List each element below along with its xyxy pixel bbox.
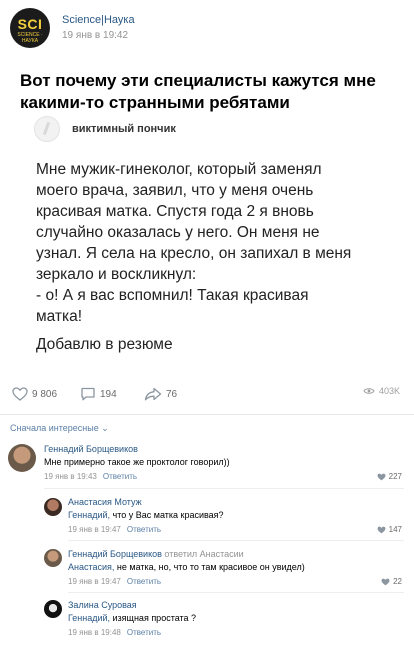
views-count: 403K	[378, 386, 400, 396]
post-image-card[interactable]: виктимный пончик Мне мужик-гинеколог, ко…	[20, 114, 394, 374]
group-logo-subtext: SCIENCE · НАУКА	[17, 32, 43, 44]
comment-like-button[interactable]: 227	[377, 472, 402, 481]
eye-icon	[363, 388, 375, 394]
section-divider	[0, 414, 414, 415]
commenter-avatar[interactable]	[44, 600, 62, 618]
reply-button[interactable]: Ответить	[127, 525, 161, 534]
comment-like-button[interactable]: 22	[381, 577, 402, 586]
comment-text: Геннадий, что у Вас матка красивая?	[68, 510, 224, 520]
heart-icon	[12, 387, 28, 401]
comment-like-count: 22	[393, 577, 402, 586]
comment-like-button[interactable]: 147	[377, 525, 402, 534]
heart-icon	[381, 578, 390, 585]
comment-divider	[68, 540, 404, 541]
comments-sort-label: Сначала интересные	[10, 423, 99, 433]
post-action-bar: 9 806 194 76 403K	[0, 380, 414, 406]
chevron-down-icon: ⌄	[101, 423, 109, 433]
reply-button[interactable]: Ответить	[103, 472, 137, 481]
comment-body: изящная простата ?	[110, 613, 197, 623]
comment-addressee[interactable]: Геннадий,	[68, 510, 110, 520]
comment-meta: 19 янв в 19:48 Ответить	[68, 628, 161, 637]
tweet-author-name: виктимный пончик	[72, 123, 176, 135]
comments-sort-dropdown[interactable]: Сначала интересные ⌄	[10, 423, 109, 434]
commenter-avatar[interactable]	[44, 498, 62, 516]
comment-addressee[interactable]: Анастасия,	[68, 562, 114, 572]
comment-reply-item: Геннадий Борщевиков ответил Анастасии Ан…	[0, 546, 414, 590]
comment-time[interactable]: 19 янв в 19:47	[68, 525, 121, 534]
comment-meta: 19 янв в 19:43 Ответить	[44, 472, 137, 481]
share-count: 76	[166, 388, 178, 400]
comment-reply-item: Анастасия Мотуж Геннадий, что у Вас матк…	[0, 494, 414, 538]
share-button[interactable]: 76	[144, 386, 177, 402]
comment-meta: 19 янв в 19:47 Ответить	[68, 577, 161, 586]
like-count: 9 806	[32, 388, 58, 400]
comment-author[interactable]: Залина Суровая	[68, 600, 137, 610]
comment-author[interactable]: Геннадий Борщевиков	[44, 444, 138, 454]
post-header: SCI SCIENCE · НАУКА Science|Наука 19 янв…	[0, 0, 414, 58]
group-avatar[interactable]: SCI SCIENCE · НАУКА	[10, 8, 50, 48]
comment-time[interactable]: 19 янв в 19:43	[44, 472, 97, 481]
comment-reply-item: Залина Суровая Геннадий, изящная простат…	[0, 597, 414, 643]
post-timestamp[interactable]: 19 янв в 19:42	[62, 30, 128, 41]
comment-author[interactable]: Геннадий Борщевиков	[68, 549, 162, 559]
heart-icon	[377, 526, 386, 533]
comment-item: Геннадий Борщевиков Мне примерно такое ж…	[0, 440, 414, 486]
comment-body: не матка, но, что то там красивое он уви…	[114, 562, 305, 572]
comment-count: 194	[100, 388, 117, 400]
post-title: Вот почему эти специалисты кажутся мне к…	[20, 71, 376, 112]
comment-divider	[68, 592, 404, 593]
reply-button[interactable]: Ответить	[127, 628, 161, 637]
comment-meta: 19 янв в 19:47 Ответить	[68, 525, 161, 534]
comment-author[interactable]: Анастасия Мотуж	[68, 497, 142, 507]
group-logo-text: SCI	[17, 16, 43, 32]
comment-time[interactable]: 19 янв в 19:47	[68, 577, 121, 586]
comment-text: Геннадий, изящная простата ?	[68, 613, 196, 623]
like-button[interactable]: 9 806	[12, 386, 57, 402]
group-name-link[interactable]: Science|Наука	[62, 14, 135, 26]
commenter-avatar[interactable]	[44, 549, 62, 567]
tweet-author-avatar	[34, 116, 60, 142]
reply-button[interactable]: Ответить	[127, 577, 161, 586]
tweet-text: Мне мужик-гинеколог, который заменял мое…	[36, 161, 352, 325]
comment-reply-to[interactable]: ответил Анастасии	[162, 549, 243, 559]
comment-text: Мне примерно такое же проктолог говорил)…	[44, 457, 230, 467]
tweet-extra-text: Добавлю в резюме	[36, 336, 173, 353]
comment-button[interactable]: 194	[80, 386, 117, 402]
share-icon	[144, 387, 162, 401]
comment-addressee[interactable]: Геннадий,	[68, 613, 110, 623]
comment-text: Анастасия, не матка, но, что то там крас…	[68, 562, 305, 572]
views-counter: 403K	[363, 386, 400, 396]
comment-author-line: Геннадий Борщевиков ответил Анастасии	[68, 549, 244, 559]
comment-icon	[81, 387, 95, 401]
commenter-avatar[interactable]	[8, 444, 36, 472]
heart-icon	[377, 473, 386, 480]
comment-like-count: 147	[388, 525, 402, 534]
comment-body: что у Вас матка красивая?	[110, 510, 224, 520]
comment-divider	[44, 488, 404, 489]
comment-like-count: 227	[388, 472, 402, 481]
comment-time[interactable]: 19 янв в 19:48	[68, 628, 121, 637]
